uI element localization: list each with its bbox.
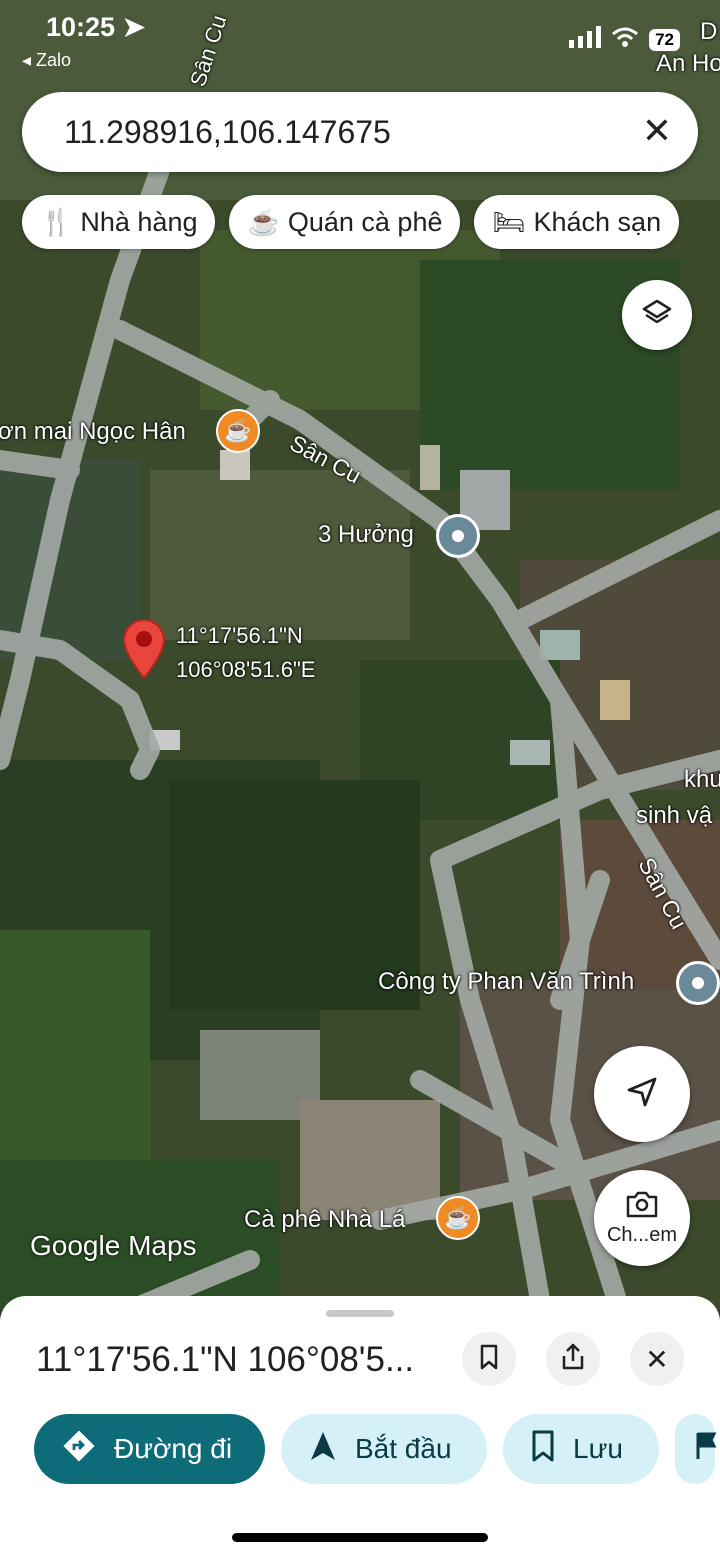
directions-label: Đường đi	[114, 1433, 233, 1464]
label-khu: khu	[684, 766, 720, 793]
sheet-drag-handle[interactable]	[326, 1310, 394, 1317]
layers-icon	[641, 297, 673, 334]
bookmark-icon	[479, 1344, 499, 1375]
share-button[interactable]	[546, 1332, 600, 1386]
status-icons: 72	[569, 26, 680, 53]
flag-icon	[695, 1431, 717, 1468]
status-bar: 10:25 ➤ ◂ Zalo 72	[0, 0, 720, 80]
action-buttons: Đường đi Bắt đầu Lưu	[34, 1414, 717, 1484]
layers-button[interactable]	[622, 280, 692, 350]
poi-ca-phe-nha-la-label[interactable]: Cà phê Nhà Lá	[244, 1206, 405, 1234]
chip-hotels[interactable]: 🛏 Khách sạn	[474, 195, 680, 249]
my-location-button[interactable]	[594, 1046, 690, 1142]
chip-coffee[interactable]: ☕ Quán cà phê	[229, 195, 461, 249]
navigation-arrow-icon	[309, 1430, 337, 1469]
chip-restaurants[interactable]: 🍴 Nhà hàng	[22, 195, 216, 249]
place-poi-icon[interactable]	[676, 961, 720, 1005]
poi-ngoc-han-label[interactable]: ơn mai Ngọc Hân	[0, 418, 186, 446]
place-bottom-sheet[interactable]: 11°17'56.1"N 106°08'5... ✕ Đường đi Bắt …	[0, 1296, 720, 1557]
save-button[interactable]: Lưu	[503, 1414, 659, 1484]
poi-phan-van-trinh-label[interactable]: Công ty Phan Văn Trình	[378, 968, 634, 996]
cellular-signal-icon	[569, 26, 602, 53]
save-label: Lưu	[573, 1433, 623, 1464]
battery-indicator: 72	[649, 28, 680, 51]
clear-search-icon[interactable]: ✕	[642, 110, 672, 152]
close-icon: ✕	[645, 1343, 669, 1375]
status-time: 10:25 ➤	[46, 12, 146, 42]
coffee-icon: ☕	[247, 206, 280, 237]
camera-search-icon	[625, 1189, 659, 1224]
google-maps-wordmark: Google Maps	[30, 1230, 197, 1261]
directions-icon	[62, 1429, 96, 1470]
coffee-poi-icon[interactable]: ☕	[216, 409, 260, 453]
chip-label: Quán cà phê	[287, 206, 443, 237]
place-title: 11°17'56.1"N 106°08'5...	[36, 1340, 415, 1379]
pin-coordinates-lat: 11°17'56.1"N	[176, 623, 303, 648]
search-input[interactable]: 11.298916,106.147675	[64, 114, 391, 151]
close-sheet-button[interactable]: ✕	[630, 1332, 684, 1386]
back-to-app-link[interactable]: ◂ Zalo	[22, 50, 71, 71]
camera-search-button[interactable]: Ch...em	[594, 1170, 690, 1266]
camera-search-label: Ch...em	[606, 1224, 678, 1246]
save-place-button[interactable]	[462, 1332, 516, 1386]
chip-label: Nhà hàng	[80, 206, 198, 237]
navigation-arrow-icon	[625, 1075, 659, 1114]
coffee-poi-icon[interactable]: ☕	[436, 1196, 480, 1240]
wifi-icon	[611, 26, 639, 53]
home-indicator[interactable]	[232, 1533, 488, 1542]
restaurant-icon: 🍴	[40, 206, 73, 237]
pin-coordinates-lng: 106°08'51.6"E	[176, 657, 316, 682]
hotel-icon: 🛏	[492, 206, 526, 237]
category-chips: 🍴 Nhà hàng ☕ Quán cà phê 🛏 Khách sạn	[22, 195, 680, 249]
more-actions-button[interactable]	[675, 1414, 717, 1484]
start-button[interactable]: Bắt đầu	[281, 1414, 487, 1484]
dropped-pin-icon[interactable]	[122, 618, 166, 682]
search-bar[interactable]: 11.298916,106.147675 ✕	[22, 92, 698, 172]
poi-3-huong-label[interactable]: 3 Hưởng	[318, 521, 414, 549]
label-sinh-vat: sinh vậ	[636, 802, 713, 829]
share-icon	[561, 1343, 585, 1376]
bookmark-icon	[531, 1430, 555, 1469]
directions-button[interactable]: Đường đi	[34, 1414, 265, 1484]
location-arrow-icon: ➤	[122, 12, 146, 42]
start-label: Bắt đầu	[355, 1433, 452, 1464]
place-poi-icon[interactable]	[436, 514, 480, 558]
chip-label: Khách sạn	[533, 206, 662, 237]
